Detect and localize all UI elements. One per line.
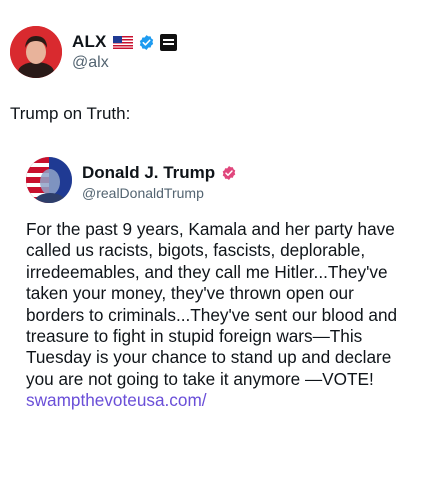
verified-badge-icon — [138, 34, 155, 51]
post-text: Trump on Truth: — [10, 104, 131, 123]
quote-author-handle[interactable]: @realDonaldTrump — [82, 185, 204, 201]
quoted-post[interactable]: Donald J. Trump @realDonaldTrump For the… — [26, 155, 416, 485]
truth-verified-badge-icon — [221, 165, 237, 181]
author-handle[interactable]: @alx — [72, 54, 109, 72]
quote-avatar[interactable] — [26, 157, 72, 203]
quote-name-row: Donald J. Trump — [82, 163, 237, 183]
quote-body: For the past 9 years, Kamala and her par… — [26, 219, 416, 412]
author-name-row: ALX — [72, 32, 177, 52]
post-card: ALX @alx Trump on Truth: Donald J. Trump… — [0, 0, 431, 500]
quote-avatar-portrait-icon — [26, 157, 72, 203]
quote-body-text: For the past 9 years, Kamala and her par… — [26, 219, 398, 389]
us-flag-icon — [112, 35, 133, 49]
avatar-portrait-icon — [10, 26, 62, 78]
post-author[interactable]: ALX @alx — [10, 26, 310, 78]
affiliate-badge-icon[interactable] — [159, 33, 177, 51]
quote-link[interactable]: swampthevoteusa.com/ — [26, 390, 207, 410]
author-name[interactable]: ALX — [72, 32, 107, 52]
author-avatar[interactable] — [10, 26, 62, 78]
quote-author-name[interactable]: Donald J. Trump — [82, 163, 215, 183]
